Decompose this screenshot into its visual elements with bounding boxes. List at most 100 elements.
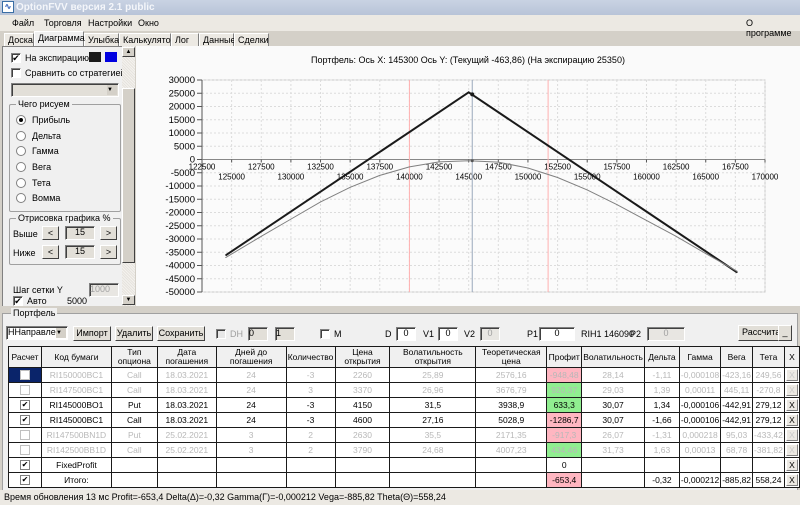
expiration-checkbox[interactable]: ✔ [11, 53, 21, 63]
column-header-expiry[interactable]: Дата погашения [156, 346, 217, 368]
p1-input[interactable]: 0 [539, 327, 575, 341]
calc-checkbox[interactable] [19, 445, 30, 456]
dh-checkbox[interactable] [216, 329, 226, 339]
minimize-button[interactable]: _ [778, 325, 792, 341]
delete-row-icon[interactable]: X [785, 369, 798, 381]
column-header-vega[interactable]: Вега [720, 346, 754, 368]
open-price-cell: 3790 [334, 442, 391, 458]
radio-vomma[interactable] [16, 193, 26, 203]
delete-row-icon[interactable]: X [785, 414, 798, 426]
tab-deals[interactable]: Сделки [234, 33, 269, 46]
calc-checkbox[interactable]: ✔ [19, 400, 30, 411]
p2-input[interactable]: 0 [647, 327, 685, 341]
delete-row-icon[interactable]: X [785, 474, 798, 486]
above-value[interactable]: 15 [65, 226, 95, 240]
table-row[interactable]: RI147500BN1D Put 25.02.2021 3 2 2630 35,5 2171,… [8, 427, 800, 443]
column-header-delta[interactable]: Дельта [643, 346, 680, 368]
tab-board[interactable]: Доска [4, 33, 34, 46]
menu-file[interactable]: Файл [12, 18, 34, 28]
tab-diagram[interactable]: Диаграмма [34, 31, 85, 46]
settings-scrollbar[interactable]: ▲ ▼ [122, 46, 135, 306]
tab-data[interactable]: Данные [199, 33, 236, 46]
scroll-up-icon[interactable]: ▲ [122, 47, 135, 57]
column-header-qty[interactable]: Количество [285, 346, 336, 368]
menu-settings[interactable]: Настройки [88, 18, 132, 28]
radio-delta[interactable] [16, 131, 26, 141]
m-checkbox[interactable] [320, 329, 330, 339]
v2-label: V2 [464, 329, 476, 339]
delete-button[interactable]: Удалить [115, 326, 153, 341]
table-row[interactable]: ✔ FixedProfit 0 X [8, 457, 800, 473]
profit-chart[interactable]: 300002500020000150001000050000-5000-1000… [136, 46, 800, 306]
profit-cell: -917,3 [546, 427, 583, 443]
import-button[interactable]: Импорт [73, 326, 111, 341]
calc-checkbox[interactable]: ✔ [19, 460, 30, 471]
menu-about[interactable]: О программе [746, 18, 800, 38]
delete-row-icon[interactable]: X [785, 459, 798, 471]
radio-vega[interactable] [16, 162, 26, 172]
above-decrease-button[interactable]: < [42, 226, 59, 240]
table-row[interactable]: RI147500BC1 Call 18.03.2021 24 3 3370 26,96 367… [8, 382, 800, 398]
calc-checkbox[interactable]: ✔ [19, 415, 30, 426]
spinner-2[interactable]: 1 [275, 327, 295, 341]
expiration-color-swatch[interactable] [89, 52, 101, 62]
tab-log[interactable]: Лог [171, 33, 199, 46]
column-header-theo-price[interactable]: Теоретическая цена [475, 346, 548, 368]
radio-theta[interactable] [16, 178, 26, 188]
calculate-button[interactable]: Рассчитать [738, 325, 780, 341]
table-row[interactable]: ✔ RI145000BC1 Call 18.03.2021 24 -3 4600 27,16 5… [8, 412, 800, 428]
scroll-down-icon[interactable]: ▼ [122, 295, 135, 305]
calc-checkbox[interactable] [19, 385, 30, 396]
radio-profit[interactable] [16, 115, 26, 125]
column-header-days[interactable]: Дней до погашения [215, 346, 287, 368]
column-header-vol[interactable]: Волатильность [581, 346, 645, 368]
table-row[interactable]: ✔ Итого: -653,4 -0,32 -0,000212 -885,82 558,24… [8, 472, 800, 488]
tab-smile[interactable]: Улыбка [84, 33, 119, 46]
below-value[interactable]: 15 [65, 245, 95, 259]
above-increase-button[interactable]: > [100, 226, 117, 240]
menu-trading[interactable]: Торговля [44, 18, 82, 28]
spinner-1[interactable]: 0 [248, 327, 268, 341]
column-header-calc[interactable]: Расчет [8, 346, 42, 368]
delete-row-icon[interactable]: X [785, 384, 798, 396]
save-button[interactable]: Сохранить [157, 326, 205, 341]
grid-step-label: Шаг сетки Y [13, 285, 63, 295]
delete-row-icon[interactable]: X [785, 444, 798, 456]
table-row[interactable]: RI150000BC1 Call 18.03.2021 24 -3 2260 25,89 25… [8, 367, 800, 383]
menu-window[interactable]: Окно [138, 18, 159, 28]
column-header-open-vol[interactable]: Волатильность открытия [389, 346, 477, 368]
tab-calculator[interactable]: Калькулятор [119, 33, 176, 46]
table-row[interactable]: RI142500BB1D Call 25.02.2021 3 2 3790 24,68 400… [8, 442, 800, 458]
compare-checkbox[interactable] [11, 68, 21, 78]
calc-checkbox[interactable]: ✔ [19, 475, 30, 486]
code-cell: RI147500BN1D [40, 427, 112, 443]
column-header-open-price[interactable]: Цена открытия [334, 346, 391, 368]
vega-cell: 95,03 [720, 427, 754, 443]
profit-cell: 434,46 [546, 442, 583, 458]
column-header-profit[interactable]: Профит [546, 346, 583, 368]
strategy-select[interactable]: ▼ [11, 83, 119, 97]
auto-checkbox[interactable]: ✔ [13, 296, 23, 306]
radio-gamma[interactable] [16, 146, 26, 156]
scroll-thumb[interactable] [122, 88, 135, 263]
column-header-gamma[interactable]: Гамма [678, 346, 722, 368]
delete-row-icon[interactable]: X [785, 429, 798, 441]
calc-checkbox[interactable] [19, 370, 30, 381]
d-input[interactable]: 0 [396, 327, 416, 341]
v2-input[interactable]: 0 [480, 327, 500, 341]
column-header-delete[interactable]: X [783, 346, 800, 368]
current-color-swatch[interactable] [105, 52, 117, 62]
below-increase-button[interactable]: > [100, 245, 117, 259]
grid-step-input[interactable]: 1000 [89, 283, 119, 297]
calc-checkbox[interactable] [19, 430, 30, 441]
below-decrease-button[interactable]: < [42, 245, 59, 259]
column-header-theta[interactable]: Тета [752, 346, 785, 368]
calc-cell [8, 367, 42, 383]
vega-cell: -442,91 [720, 397, 754, 413]
delete-row-icon[interactable]: X [785, 399, 798, 411]
direction-select[interactable]: ННаправле ▼ [6, 326, 68, 340]
v1-input[interactable]: 0 [438, 327, 458, 341]
column-header-code[interactable]: Код бумаги [40, 346, 112, 368]
column-header-type[interactable]: Тип опциона [110, 346, 158, 368]
table-row[interactable]: ✔ RI145000BO1 Put 18.03.2021 24 -3 4150 31,5 393… [8, 397, 800, 413]
